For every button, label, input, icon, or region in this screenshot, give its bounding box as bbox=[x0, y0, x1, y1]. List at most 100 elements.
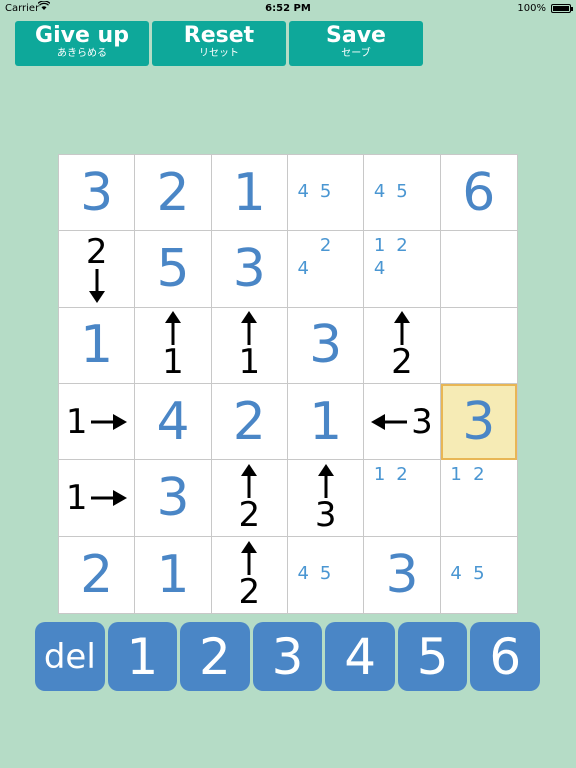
arrow-up-icon bbox=[317, 463, 334, 498]
give-up-button[interactable]: Give up あきらめる bbox=[15, 21, 149, 66]
note-digit bbox=[314, 586, 336, 609]
board-cell[interactable]: 2 bbox=[135, 155, 212, 232]
note-digit bbox=[292, 280, 314, 302]
board-cell[interactable]: 2 bbox=[211, 536, 288, 613]
board-cell[interactable]: 45 bbox=[288, 536, 365, 613]
board-cell[interactable]: 12 bbox=[364, 460, 441, 537]
arrow-clue: 1 bbox=[212, 308, 287, 383]
cell-value: 1 bbox=[309, 391, 343, 452]
board-cell[interactable]: 5 bbox=[135, 231, 212, 308]
arrow-clue: 2 bbox=[212, 537, 287, 613]
note-digit bbox=[337, 541, 359, 564]
cell-value: 1 bbox=[80, 315, 114, 376]
number-button-2[interactable]: 2 bbox=[180, 622, 250, 691]
board-cell[interactable]: 3 bbox=[440, 384, 517, 461]
board-cell[interactable]: 2 bbox=[364, 307, 441, 384]
note-digit bbox=[337, 258, 359, 280]
cell-value: 3 bbox=[80, 162, 114, 223]
board-cell[interactable]: 1 bbox=[135, 307, 212, 384]
save-label: Save bbox=[326, 23, 386, 48]
reset-button[interactable]: Reset リセット bbox=[152, 21, 286, 66]
board-cell[interactable]: 2 bbox=[211, 384, 288, 461]
clue-number: 2 bbox=[391, 342, 413, 383]
board-cell[interactable]: 3 bbox=[364, 384, 441, 461]
number-button-3[interactable]: 3 bbox=[252, 622, 323, 691]
note-digit bbox=[337, 563, 359, 586]
number-button-6[interactable]: 6 bbox=[470, 622, 541, 691]
save-button[interactable]: Save セーブ bbox=[289, 21, 423, 66]
board-cell[interactable]: 1 bbox=[59, 384, 136, 461]
note-digit: 4 bbox=[297, 563, 309, 585]
board-cell[interactable] bbox=[440, 307, 517, 384]
cell-notes: 24 bbox=[292, 235, 359, 302]
board-cell[interactable]: 2 bbox=[59, 231, 136, 308]
board-cell[interactable]: 24 bbox=[288, 231, 365, 308]
board-cell[interactable]: 45 bbox=[440, 536, 517, 613]
board-cell[interactable]: 1 bbox=[59, 460, 136, 537]
board-cell[interactable]: 1 bbox=[211, 307, 288, 384]
board-cell[interactable]: 3 bbox=[288, 460, 365, 537]
note-digit: 2 bbox=[396, 235, 408, 257]
board-cell[interactable]: 2 bbox=[59, 536, 136, 613]
board-cell[interactable]: 4 bbox=[135, 384, 212, 461]
cell-notes: 12 bbox=[368, 464, 435, 531]
board-cell[interactable]: 3 bbox=[211, 231, 288, 308]
note-digit bbox=[413, 159, 435, 181]
cell-notes: 45 bbox=[368, 159, 435, 226]
note-digit bbox=[467, 541, 490, 564]
cell-value: 2 bbox=[80, 544, 114, 605]
number-pad: del 1 2 3 4 5 6 bbox=[35, 622, 541, 691]
board-cell[interactable]: 3 bbox=[288, 307, 365, 384]
cell-value: 5 bbox=[156, 238, 190, 299]
board-cell[interactable]: 1 bbox=[59, 307, 136, 384]
give-up-label: Give up bbox=[35, 23, 129, 48]
board-cell[interactable]: 45 bbox=[288, 155, 365, 232]
board-cell[interactable]: 1 bbox=[288, 384, 365, 461]
board-cell[interactable]: 1 bbox=[211, 155, 288, 232]
cell-notes: 12 bbox=[445, 464, 513, 531]
board-cell[interactable]: 3 bbox=[59, 155, 136, 232]
save-sublabel: セーブ bbox=[341, 48, 371, 59]
clue-number: 1 bbox=[238, 342, 261, 383]
number-button-5[interactable]: 5 bbox=[397, 622, 468, 691]
note-digit bbox=[445, 509, 468, 531]
arrow-up-icon bbox=[393, 311, 410, 346]
cell-value: 2 bbox=[232, 391, 266, 452]
note-digit bbox=[391, 204, 413, 226]
note-digit bbox=[391, 159, 413, 181]
arrow-right-icon bbox=[91, 413, 128, 430]
note-digit bbox=[467, 509, 490, 531]
cell-notes: 45 bbox=[445, 541, 513, 609]
arrow-up-icon bbox=[241, 540, 258, 575]
clue-number: 2 bbox=[238, 494, 261, 535]
note-digit bbox=[292, 204, 314, 226]
clue-number: 2 bbox=[85, 231, 108, 272]
board-cell[interactable]: 3 bbox=[364, 536, 441, 613]
board-cell[interactable] bbox=[440, 231, 517, 308]
cell-value: 4 bbox=[156, 391, 190, 452]
board-cell[interactable]: 124 bbox=[364, 231, 441, 308]
board-cell[interactable]: 45 bbox=[364, 155, 441, 232]
number-button-1[interactable]: 1 bbox=[107, 622, 178, 691]
number-button-4[interactable]: 4 bbox=[325, 622, 395, 691]
clue-number: 3 bbox=[314, 494, 337, 535]
delete-button[interactable]: del bbox=[35, 622, 105, 691]
arrow-up-icon bbox=[164, 311, 181, 346]
board-cell[interactable]: 6 bbox=[440, 155, 517, 232]
cell-value: 3 bbox=[232, 238, 266, 299]
board-cell[interactable]: 2 bbox=[211, 460, 288, 537]
note-digit bbox=[368, 509, 390, 531]
arrow-up-icon bbox=[241, 311, 258, 346]
note-digit bbox=[467, 487, 490, 509]
status-bar: Carrier 6:52 PM 100% bbox=[0, 0, 576, 18]
board-cell[interactable]: 3 bbox=[135, 460, 212, 537]
board-cell[interactable]: 12 bbox=[440, 460, 517, 537]
note-digit bbox=[490, 541, 513, 564]
arrow-clue: 2 bbox=[59, 231, 134, 306]
board-cell[interactable]: 1 bbox=[135, 536, 212, 613]
note-digit: 2 bbox=[473, 464, 485, 486]
cell-value: 3 bbox=[462, 391, 496, 452]
note-digit bbox=[368, 204, 390, 226]
note-digit bbox=[445, 487, 468, 509]
arrow-clue: 3 bbox=[364, 384, 439, 459]
